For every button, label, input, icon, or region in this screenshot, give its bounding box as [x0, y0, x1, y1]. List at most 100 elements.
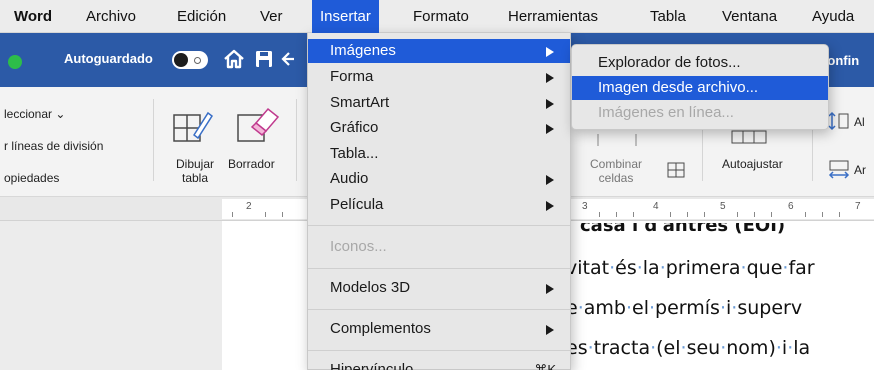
ruler-number: 4 — [653, 201, 659, 212]
ruler-tick — [687, 212, 688, 217]
autosave-label: Autoguardado — [64, 51, 153, 66]
menu-item-iconos: Iconos... — [308, 235, 570, 259]
autofit-icon[interactable] — [730, 129, 770, 145]
ribbon-divider — [296, 99, 297, 181]
ruler-tick — [805, 212, 806, 217]
menu-item-tabla[interactable]: Tabla... — [308, 142, 570, 166]
doc-word: nom) — [726, 337, 776, 359]
draw-table-icon[interactable] — [172, 107, 214, 145]
menu-item-label: Película — [330, 196, 384, 213]
window-zoom-button[interactable] — [8, 55, 22, 69]
menu-separator — [308, 309, 570, 310]
ruler-tick — [771, 212, 772, 217]
ruler-tick — [839, 212, 840, 217]
ribbon-view-gridlines[interactable]: r líneas de división — [4, 139, 103, 153]
menu-item-label: Forma — [330, 68, 374, 85]
back-arrow-icon[interactable] — [280, 47, 296, 71]
doc-word: primera — [665, 257, 741, 279]
images-submenu: Explorador de fotos... Imagen desde arch… — [571, 44, 829, 130]
ruler-number: 3 — [582, 201, 588, 212]
doc-word: és — [615, 257, 637, 279]
ribbon-select[interactable]: leccionar ⌄ — [4, 107, 65, 121]
menu-item-forma[interactable]: Forma — [308, 65, 570, 89]
menu-edicion[interactable]: Edición — [177, 0, 226, 33]
doc-word: permís — [655, 297, 720, 319]
row-height-label: Al — [854, 115, 865, 129]
menu-item-imagenes[interactable]: Imágenes — [308, 39, 570, 63]
ruler-tick — [599, 212, 600, 217]
toggle-off-indicator — [194, 57, 201, 64]
submenu-arrow-icon — [546, 175, 554, 185]
menu-herramientas[interactable]: Herramientas — [508, 0, 598, 33]
draw-table-label-line2: tabla — [181, 171, 209, 185]
save-icon[interactable] — [252, 47, 276, 71]
menu-ventana[interactable]: Ventana — [722, 0, 777, 33]
menu-archivo[interactable]: Archivo — [86, 0, 136, 33]
doc-word: (el — [656, 337, 681, 359]
doc-word: la — [642, 257, 660, 279]
menu-item-label: Imágenes — [330, 42, 396, 59]
menu-item-audio[interactable]: Audio — [308, 167, 570, 191]
ruler-number: 6 — [788, 201, 794, 212]
menu-item-grafico[interactable]: Gráfico — [308, 116, 570, 140]
ruler-tick — [737, 212, 738, 217]
document-line[interactable]: vitat·és·la·primera·que·far — [566, 257, 815, 279]
autosave-toggle[interactable] — [172, 51, 208, 69]
draw-table-label-line1: Dibujar — [175, 157, 214, 171]
menu-item-modelos-3d[interactable]: Modelos 3D — [308, 276, 570, 300]
ruler-tick — [670, 212, 671, 217]
doc-word: seu — [686, 337, 721, 359]
ribbon-properties[interactable]: opiedades — [4, 171, 59, 185]
doc-word: amb — [583, 297, 626, 319]
menu-separator — [308, 350, 570, 351]
menu-ayuda[interactable]: Ayuda — [812, 0, 854, 33]
ruler-number: 5 — [720, 201, 726, 212]
ruler-tick — [232, 212, 233, 217]
menu-item-smartart[interactable]: SmartArt — [308, 91, 570, 115]
document-line[interactable]: es·tracta·(el·seu·nom)·i·la — [566, 337, 810, 359]
menu-tabla[interactable]: Tabla — [650, 0, 686, 33]
merge-cells-label-line1: Combinar — [590, 157, 643, 171]
menu-ver[interactable]: Ver — [260, 0, 283, 33]
split-cells-icon[interactable] — [667, 162, 685, 178]
submenu-arrow-icon — [546, 47, 554, 57]
menu-insertar[interactable]: Insertar — [312, 0, 379, 33]
doc-word: superv — [737, 297, 803, 319]
menu-separator — [308, 268, 570, 269]
submenu-arrow-icon — [546, 124, 554, 134]
menu-separator — [308, 225, 570, 226]
toggle-knob — [174, 53, 188, 67]
submenu-item-photo-browser[interactable]: Explorador de fotos... — [572, 51, 828, 75]
ruler-number: 7 — [855, 201, 861, 212]
ruler-tick — [282, 212, 283, 217]
doc-word: la — [793, 337, 811, 359]
ribbon-divider — [153, 99, 154, 181]
menu-item-label: Complementos — [330, 320, 431, 337]
merge-cells-label-line2: celdas — [598, 171, 634, 185]
menu-formato[interactable]: Formato — [413, 0, 469, 33]
merge-cells-top-icon — [597, 134, 637, 146]
menu-item-pelicula[interactable]: Película — [308, 193, 570, 217]
doc-word: far — [788, 257, 815, 279]
home-icon[interactable] — [222, 47, 246, 71]
submenu-item-picture-from-file[interactable]: Imagen desde archivo... — [572, 76, 828, 100]
autofit-label[interactable]: Autoajustar — [722, 157, 783, 171]
menu-item-shortcut: ⌘K — [534, 362, 556, 370]
menu-item-label: Iconos... — [330, 238, 387, 255]
submenu-arrow-icon — [546, 284, 554, 294]
row-height-icon[interactable] — [828, 111, 850, 131]
eraser-icon[interactable] — [236, 105, 280, 145]
column-width-icon[interactable] — [828, 159, 850, 179]
menu-item-label: Hipervínculo — [330, 361, 414, 370]
menu-app-word[interactable]: Word — [14, 0, 52, 33]
menu-item-hipervinculo[interactable]: Hipervínculo ⌘K — [308, 358, 570, 370]
column-width-label: Ar — [854, 163, 866, 177]
document-heading-fragment: casa i d'antres (EOI) — [580, 223, 786, 235]
ruler-tick — [822, 212, 823, 217]
document-line[interactable]: e·amb·el·permís·i·superv — [566, 297, 802, 319]
submenu-item-online-pictures: Imágenes en línea... — [598, 104, 734, 121]
eraser-label: Borrador — [228, 157, 275, 171]
menu-item-complementos[interactable]: Complementos — [308, 317, 570, 341]
merge-cells-label[interactable]: Combinar celdas — [590, 157, 642, 185]
draw-table-label: Dibujar tabla — [172, 157, 218, 185]
